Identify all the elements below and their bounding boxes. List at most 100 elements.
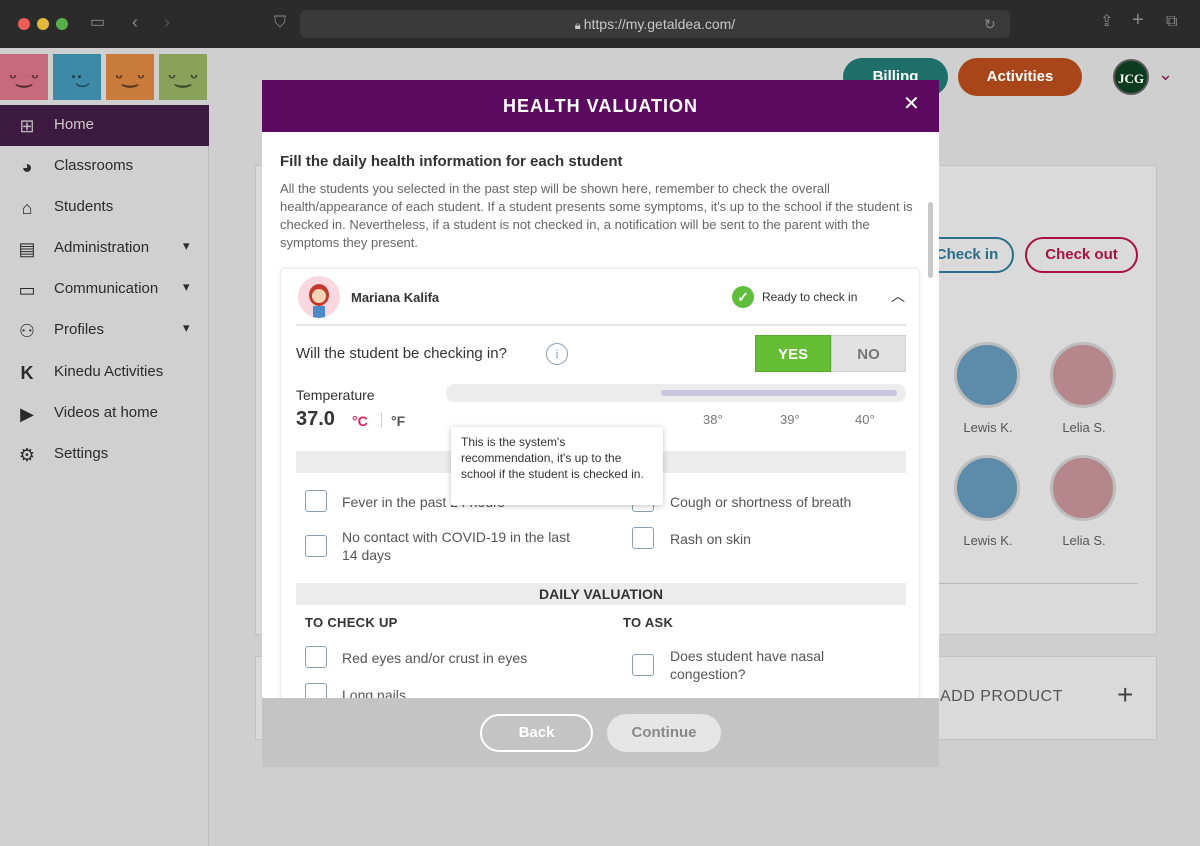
slider-tick: 40° — [855, 412, 875, 427]
reload-icon[interactable]: ↻ — [984, 16, 996, 32]
divider — [381, 412, 382, 428]
url-text: https://my.getaldea.com/ — [583, 16, 736, 32]
checkin-question: Will the student be checking in? — [296, 345, 507, 362]
divider — [938, 583, 1138, 584]
intro-title: Fill the daily health information for ea… — [280, 153, 623, 170]
address-bar[interactable]: 🔒︎ https://my.getaldea.com/ ↻ — [300, 10, 1010, 38]
checkbox-label: Cough or shortness of breath — [670, 494, 852, 510]
daily-section-title: DAILY VALUATION — [296, 583, 906, 605]
sidebar-item-kinedu-activities[interactable]: K Kinedu Activities — [0, 352, 209, 393]
divider — [296, 324, 906, 326]
check-out-button[interactable]: Check out — [1025, 237, 1138, 273]
activities-button[interactable]: Activities — [958, 58, 1082, 96]
student-avatar[interactable] — [954, 342, 1020, 408]
close-icon[interactable]: ✕ — [903, 94, 920, 114]
check-up-header: TO CHECK UP — [305, 615, 398, 630]
youtube-icon: ▶ — [20, 404, 34, 424]
sidebar-item-home[interactable]: ⊞ Home — [0, 105, 209, 146]
palette-icon: ◕ — [21, 157, 33, 177]
sidebar-item-settings[interactable]: ⚙ Settings — [0, 434, 209, 475]
briefcase-icon: ▤ — [18, 239, 36, 259]
yes-button[interactable]: YES — [755, 335, 831, 372]
shield-icon[interactable]: ⛉ — [274, 15, 286, 31]
sidebar-item-communication[interactable]: ▭ Communication ▾ — [0, 269, 209, 310]
health-valuation-modal: HEALTH VALUATION ✕ Fill the daily health… — [262, 80, 939, 767]
sidebar-item-label: Communication — [54, 280, 159, 297]
student-avatar[interactable] — [1050, 455, 1116, 521]
no-button[interactable]: NO — [831, 335, 906, 372]
checkbox-label: Red eyes and/or crust in eyes — [342, 650, 528, 666]
kinedu-icon: K — [20, 363, 34, 383]
ask-header: TO ASK — [623, 615, 674, 630]
student-name: Lewis K. — [963, 420, 1013, 435]
chevron-down-icon[interactable]: ⌄ — [1158, 64, 1173, 85]
sidebar-item-students[interactable]: ⌂ Students — [0, 187, 209, 228]
modal-footer: Back Continue — [262, 698, 939, 767]
sidebar-item-videos-at-home[interactable]: ▶ Videos at home — [0, 393, 209, 434]
checkbox-label: Long nails — [342, 687, 406, 698]
share-icon[interactable]: ⇪ — [1100, 14, 1113, 30]
sidebar-item-label: Videos at home — [54, 404, 158, 421]
rash-checkbox[interactable] — [632, 527, 654, 549]
nasal-congestion-checkbox[interactable] — [632, 654, 654, 676]
new-tab-icon[interactable]: + — [1132, 10, 1144, 30]
student-name: Lewis K. — [963, 533, 1013, 548]
red-eyes-checkbox[interactable] — [305, 646, 327, 668]
checkbox-label: No contact with COVID-19 in the last 14 … — [342, 529, 570, 563]
student-avatar[interactable] — [954, 455, 1020, 521]
logo-tile-pink: ᵕ‿ᵕ — [0, 54, 48, 100]
avatar[interactable]: JCG — [1113, 59, 1149, 95]
tabs-overview-icon[interactable]: ⧉ — [1166, 14, 1177, 30]
long-nails-checkbox[interactable] — [305, 683, 327, 698]
chat-icon: ▭ — [18, 280, 36, 300]
sidebar-item-label: Classrooms — [54, 157, 134, 174]
info-icon[interactable]: i — [546, 343, 568, 365]
chevron-down-icon: ▾ — [183, 279, 190, 294]
sidebar-toggle-icon[interactable]: ▭ — [90, 15, 105, 31]
logo-tile-green: ᵕ‿ᵕ — [159, 54, 207, 100]
info-tooltip: This is the system's recommendation, it'… — [451, 427, 663, 505]
maximize-window-button[interactable] — [56, 18, 68, 30]
gear-icon: ⚙ — [18, 445, 36, 465]
sidebar-item-profiles[interactable]: ⚇ Profiles ▾ — [0, 310, 209, 351]
chevron-down-icon: ▾ — [183, 320, 190, 335]
modal-header: HEALTH VALUATION ✕ — [262, 80, 939, 132]
forward-arrow-icon[interactable]: › — [164, 13, 170, 31]
fahrenheit-toggle[interactable]: °F — [391, 413, 405, 429]
student-avatar[interactable] — [1050, 342, 1116, 408]
slider-tick: 38° — [703, 412, 723, 427]
temperature-value: 37.0 — [296, 408, 335, 430]
no-contact-checkbox[interactable] — [305, 535, 327, 557]
back-button[interactable]: Back — [480, 714, 593, 752]
sidebar-item-label: Profiles — [54, 321, 105, 338]
browser-toolbar: ▭ ‹ › ⛉ 🔒︎ https://my.getaldea.com/ ↻ ⇪ … — [0, 0, 1200, 48]
sidebar-item-administration[interactable]: ▤ Administration ▾ — [0, 228, 209, 269]
student-avatar — [298, 276, 340, 318]
intro-text: All the students you selected in the pas… — [280, 181, 913, 250]
add-product-label: ADD PRODUCT — [940, 688, 1063, 705]
back-arrow-icon[interactable]: ‹ — [132, 13, 138, 31]
continue-button[interactable]: Continue — [607, 714, 721, 752]
scrollbar[interactable] — [928, 202, 933, 278]
student-name: Lelia S. — [1062, 533, 1106, 548]
graduation-cap-icon: ⌂ — [21, 198, 33, 218]
sidebar-item-label: Administration — [54, 239, 150, 256]
celsius-toggle[interactable]: °C — [352, 413, 368, 429]
status-text: Ready to check in — [762, 290, 858, 304]
sidebar-item-label: Settings — [54, 445, 109, 462]
temperature-label: Temperature — [296, 387, 375, 403]
sidebar-item-classrooms[interactable]: ◕ Classrooms — [0, 146, 209, 187]
minimize-window-button[interactable] — [37, 18, 49, 30]
slider-tick: 39° — [780, 412, 800, 427]
chevron-down-icon: ▾ — [183, 238, 190, 253]
logo-tile-blue: ·͜· — [53, 54, 101, 100]
lock-icon: 🔒︎ — [574, 20, 584, 32]
sidebar: ⊞ Home ◕ Classrooms ⌂ Students ▤ Adminis… — [0, 104, 209, 846]
close-window-button[interactable] — [18, 18, 30, 30]
checkbox-label: Does student have nasal congestion? — [670, 648, 825, 682]
slider-fill — [661, 390, 897, 396]
fever-checkbox[interactable] — [305, 490, 327, 512]
logo-tile-orange: ᵕ‿ᵕ — [106, 54, 154, 100]
plus-icon[interactable]: + — [1117, 681, 1133, 709]
chevron-up-icon[interactable]: ︿ — [891, 286, 905, 306]
